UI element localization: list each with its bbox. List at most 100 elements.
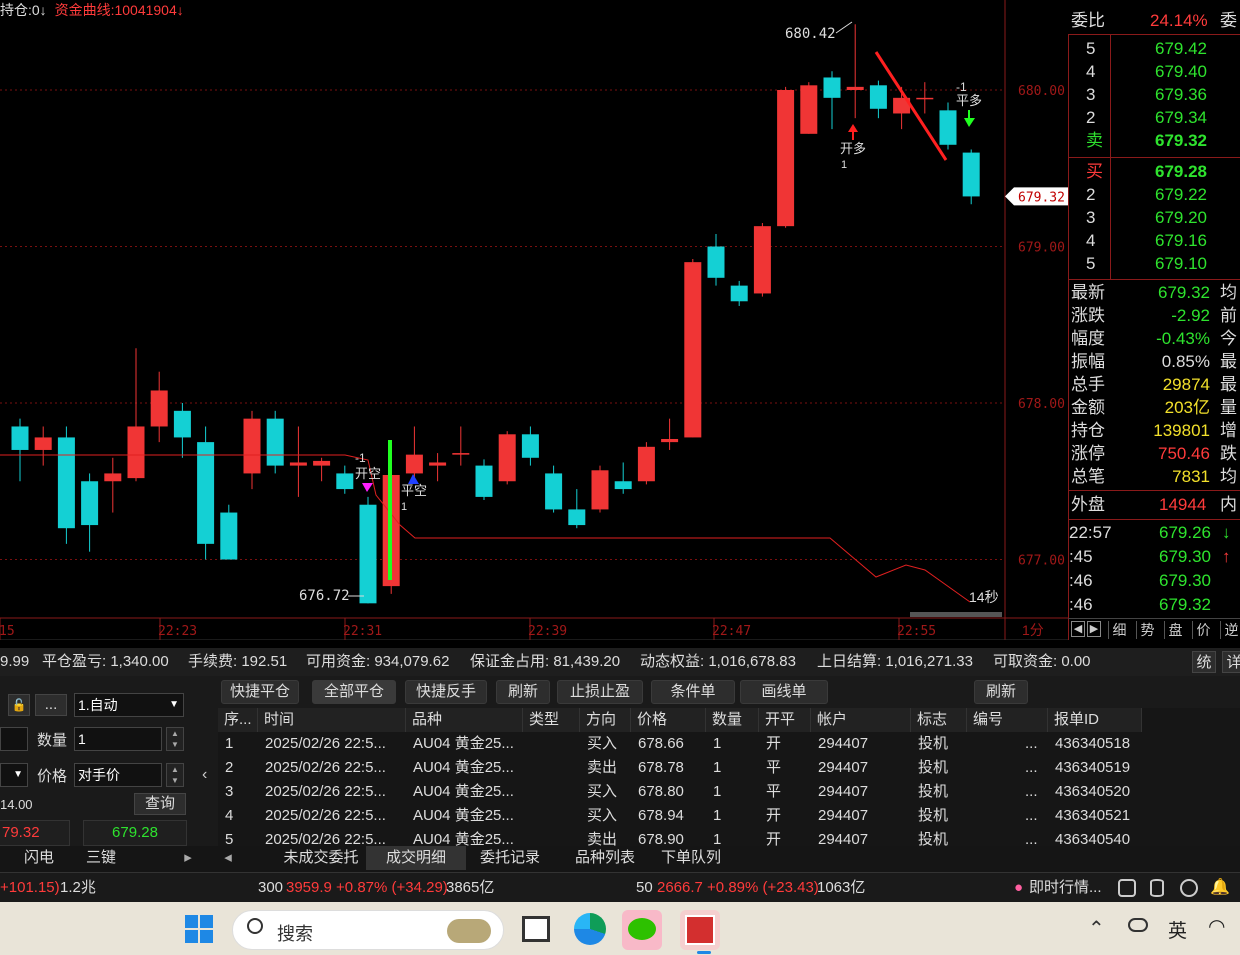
- column-header[interactable]: 报单ID: [1048, 708, 1142, 732]
- qty-input[interactable]: 1: [74, 727, 162, 751]
- signal-qty: 1: [401, 501, 407, 513]
- column-header[interactable]: 时间: [258, 708, 406, 732]
- stat-right-label: 均: [1220, 467, 1237, 486]
- kline-svg[interactable]: 680.00 679.00 678.00 677.00 15 22:23 22:31 22:3…: [0, 0, 1068, 640]
- bottom-tab[interactable]: 委托记录: [462, 846, 558, 870]
- quote-tab[interactable]: 细: [1108, 621, 1130, 639]
- form-tab[interactable]: 闪电: [18, 846, 60, 870]
- start-icon[interactable]: [185, 915, 213, 943]
- bell-icon[interactable]: 🔔: [1210, 873, 1230, 903]
- status-bar: +101.15) 1.2兆 300 3959.9 +0.87% (+34.29)…: [0, 872, 1240, 902]
- bid-row[interactable]: 3 679.20: [1068, 206, 1240, 229]
- price-axis-label: 680.00: [1018, 84, 1065, 99]
- database-icon[interactable]: [1150, 879, 1164, 897]
- tab-scroll-right-icon[interactable]: ▸: [182, 846, 194, 870]
- column-header[interactable]: 序...: [218, 708, 258, 732]
- column-header[interactable]: 编号: [967, 708, 1048, 732]
- table-row[interactable]: 4 2025/02/26 22:5... AU04 黄金25... 买入 678.94 1…: [218, 804, 1240, 828]
- ask-row[interactable]: 3 679.36: [1068, 83, 1240, 106]
- bottom-tab[interactable]: 下单队列: [646, 846, 736, 870]
- more-button[interactable]: ...: [35, 694, 67, 716]
- form-tab[interactable]: 三键: [80, 846, 122, 870]
- wechat-icon[interactable]: [622, 910, 662, 950]
- column-header[interactable]: 类型: [523, 708, 580, 732]
- toolbar-button[interactable]: 条件单: [651, 680, 735, 704]
- lock-icon[interactable]: 🔓: [8, 694, 30, 716]
- ask-row[interactable]: 4 679.40: [1068, 60, 1240, 83]
- side-field[interactable]: [0, 727, 28, 751]
- toolbar-button[interactable]: 刷新: [496, 680, 550, 704]
- tab-scroll-left-icon[interactable]: ◂: [222, 846, 234, 870]
- bid-row[interactable]: 买 679.28: [1068, 160, 1240, 183]
- edge-icon[interactable]: [574, 913, 606, 945]
- bid-row[interactable]: 4 679.16: [1068, 229, 1240, 252]
- price-stepper[interactable]: ▲ ▼: [166, 763, 184, 787]
- table-cell: 436340519: [1055, 759, 1131, 776]
- ask-row[interactable]: 5 679.42: [1068, 37, 1240, 60]
- ask-row[interactable]: 2 679.34: [1068, 106, 1240, 129]
- qty-stepper[interactable]: ▲ ▼: [166, 727, 184, 751]
- column-header[interactable]: 标志: [911, 708, 967, 732]
- quote-tab[interactable]: 价: [1192, 621, 1214, 639]
- toolbar-button[interactable]: 全部平仓: [312, 680, 396, 704]
- detail-button[interactable]: 详: [1222, 651, 1240, 673]
- column-header[interactable]: 价格: [631, 708, 706, 732]
- sys-button[interactable]: 统: [1192, 651, 1216, 673]
- bottom-tab[interactable]: 未成交委托: [262, 846, 380, 870]
- quote-tab[interactable]: 逆: [1220, 621, 1240, 639]
- toolbar-button[interactable]: 止损止盈: [557, 680, 643, 704]
- kline-chart[interactable]: 680.00 679.00 678.00 677.00 15 22:23 22:31 22:3…: [0, 0, 1068, 640]
- ask-level: 3: [1086, 85, 1096, 104]
- gauge-icon[interactable]: [1180, 879, 1198, 897]
- candle-body: [730, 285, 748, 302]
- ask-row[interactable]: 卖 679.32: [1068, 129, 1240, 152]
- wifi-icon[interactable]: ◠: [1208, 914, 1225, 939]
- bid-row[interactable]: 2 679.22: [1068, 183, 1240, 206]
- column-header[interactable]: 数量: [706, 708, 759, 732]
- bottom-tab[interactable]: 品种列表: [558, 846, 652, 870]
- price-type-select[interactable]: ▼: [0, 763, 28, 787]
- query-button[interactable]: 查询: [134, 793, 186, 815]
- time-axis-label: 15: [0, 624, 15, 639]
- next-arrow-icon[interactable]: ▶: [1087, 621, 1101, 637]
- price-input[interactable]: 对手价: [74, 763, 162, 787]
- bid-level: 买: [1086, 162, 1103, 181]
- chevron-down-icon: ▼: [13, 769, 23, 780]
- buy-button[interactable]: 679.28: [83, 820, 187, 846]
- mode-select[interactable]: 1.自动 ▼: [74, 693, 184, 717]
- stat-value: -0.43%: [1156, 329, 1210, 348]
- tick-price: 679.26: [1159, 523, 1211, 542]
- search-box[interactable]: 搜索: [232, 910, 504, 950]
- chevron-up-icon[interactable]: ⌃: [1088, 916, 1105, 941]
- index3-quote: 2666.7 +0.89% (+23.43): [657, 879, 819, 896]
- quote-tab[interactable]: 势: [1136, 621, 1158, 639]
- bid-row[interactable]: 5 679.10: [1068, 252, 1240, 275]
- index2-amount: 3865亿: [446, 879, 495, 896]
- index3-name: 50: [636, 879, 653, 896]
- trading-app-icon[interactable]: [680, 910, 720, 950]
- signal-text: 平多: [956, 93, 982, 108]
- ime-indicator[interactable]: 英: [1168, 916, 1187, 943]
- bottom-tab[interactable]: 成交明细: [366, 846, 466, 870]
- weicha-label: 委: [1220, 11, 1237, 30]
- table-row[interactable]: 3 2025/02/26 22:5... AU04 黄金25... 买入 678.80 1…: [218, 780, 1240, 804]
- realtime-quote[interactable]: 即时行情...: [1029, 873, 1102, 903]
- prev-arrow-icon[interactable]: ◀: [1071, 621, 1085, 637]
- table-row[interactable]: 2 2025/02/26 22:5... AU04 黄金25... 卖出 678.78 1…: [218, 756, 1240, 780]
- copy-icon[interactable]: [1118, 879, 1136, 897]
- quote-tab[interactable]: 盘: [1164, 621, 1186, 639]
- column-header[interactable]: 方向: [580, 708, 631, 732]
- toolbar-button[interactable]: 画线单: [740, 680, 828, 704]
- table-refresh-button[interactable]: 刷新: [974, 680, 1028, 704]
- column-header[interactable]: 品种: [406, 708, 523, 732]
- column-header[interactable]: 帐户: [811, 708, 911, 732]
- collapse-left-icon[interactable]: ‹: [202, 766, 207, 784]
- cloud-icon[interactable]: [1128, 918, 1148, 932]
- table-cell: 294407: [818, 735, 869, 752]
- column-header[interactable]: 开平: [759, 708, 811, 732]
- table-row[interactable]: 1 2025/02/26 22:5... AU04 黄金25... 买入 678.66 1…: [218, 732, 1240, 756]
- toolbar-button[interactable]: 快捷平仓: [221, 680, 299, 704]
- toolbar-button[interactable]: 快捷反手: [405, 680, 487, 704]
- sell-button[interactable]: 79.32: [0, 820, 70, 846]
- task-view-icon[interactable]: [522, 916, 550, 942]
